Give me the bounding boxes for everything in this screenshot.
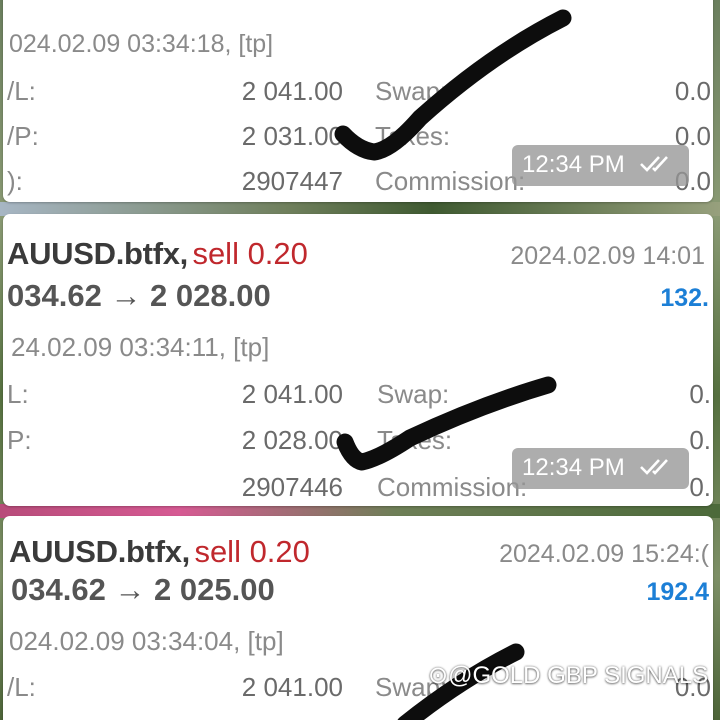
- tp-value: 2 028.00: [241, 425, 343, 455]
- profit-value: 192.4: [646, 578, 709, 606]
- message-timestamp-1: 12:34 PM: [512, 145, 690, 186]
- trade-title: AUUSD.btfx, sell 0.20: [9, 534, 310, 570]
- symbol: AUUSD.btfx,: [7, 236, 188, 271]
- price-range: 034.62 → 2 025.00: [11, 572, 275, 607]
- taxes-label: Taxes:: [375, 121, 451, 151]
- taxes-label: Taxes:: [377, 425, 453, 455]
- swap-value: 0.: [689, 379, 711, 409]
- watermark: ⊙@GOLD GBP SIGNALS: [428, 662, 709, 689]
- trade-title: AUUSD.btfx, sell 0.20: [7, 236, 308, 272]
- tp-label: /P:: [7, 121, 39, 151]
- close-time: 2024.02.09 14:01: [510, 242, 705, 270]
- open-time: 024.02.09 03:34:04, [tp]: [9, 626, 284, 656]
- side-volume: sell 0.20: [194, 534, 310, 569]
- sl-value: 2 041.00: [241, 672, 343, 702]
- order-id: 2907447: [241, 166, 343, 196]
- commission-label: Commission:: [375, 166, 526, 196]
- commission-label: Commission:: [377, 472, 528, 502]
- double-check-icon: [639, 455, 679, 483]
- swap-label: Swap:: [377, 379, 450, 409]
- swap-value: 0.0: [674, 76, 711, 106]
- id-label: ):: [7, 166, 23, 196]
- stamp-time: 12:34 PM: [522, 151, 625, 178]
- message-timestamp-2: 12:34 PM: [512, 448, 690, 489]
- tp-value: 2 031.00: [241, 121, 343, 151]
- double-check-icon: [639, 152, 679, 180]
- tp-label: P:: [7, 425, 32, 455]
- order-id: 2907446: [241, 472, 343, 502]
- swap-label: Swap:: [375, 76, 448, 106]
- open-time: 24.02.09 03:34:11, [tp]: [11, 332, 270, 362]
- price-range: 034.62 → 2 028.00: [7, 278, 271, 313]
- sl-value: 2 041.00: [241, 379, 343, 409]
- stamp-time: 12:34 PM: [522, 454, 625, 481]
- profit-value: 132.: [660, 284, 709, 312]
- symbol: AUUSD.btfx,: [9, 534, 190, 569]
- close-time: 2024.02.09 15:24:(: [499, 540, 709, 568]
- open-time: 024.02.09 03:34:18, [tp]: [9, 30, 274, 58]
- sl-label: /L:: [7, 76, 36, 106]
- side-volume: sell 0.20: [192, 236, 308, 271]
- sl-value: 2 041.00: [241, 76, 343, 106]
- sl-label: L:: [7, 379, 29, 409]
- sl-label: /L:: [7, 672, 36, 702]
